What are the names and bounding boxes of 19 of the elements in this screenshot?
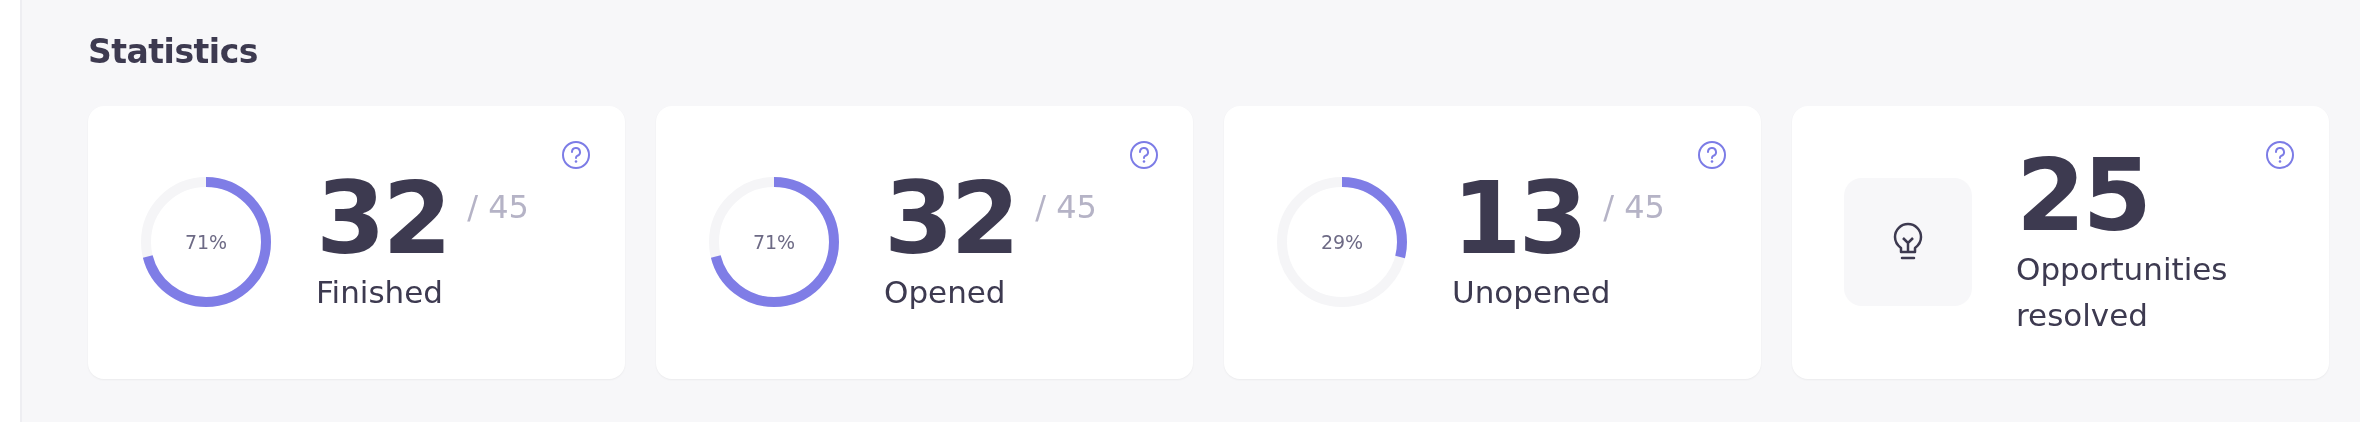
total-count: / 45 [467, 186, 529, 228]
total-count: / 45 [1603, 186, 1665, 228]
total-count: / 45 [1035, 186, 1097, 228]
stat-label: Opened [884, 272, 1007, 312]
percent-label: 29% [1320, 229, 1364, 255]
percent-label: 71% [184, 229, 228, 255]
help-icon[interactable] [561, 139, 591, 170]
count-value: 25 [2016, 145, 2150, 246]
count-value: 13 [1452, 168, 1586, 269]
help-icon[interactable] [2265, 139, 2295, 170]
help-icon[interactable] [1129, 139, 1159, 170]
stat-label: Opportunities resolved [2016, 249, 2229, 336]
percent-label: 71% [752, 229, 796, 255]
count-value: 32 [884, 168, 1018, 269]
help-icon[interactable] [1697, 139, 1727, 170]
count-value: 32 [316, 168, 450, 269]
section-title: Statistics [88, 32, 259, 72]
stat-label: Finished [316, 272, 444, 312]
stat-label: Unopened [1452, 272, 1612, 312]
